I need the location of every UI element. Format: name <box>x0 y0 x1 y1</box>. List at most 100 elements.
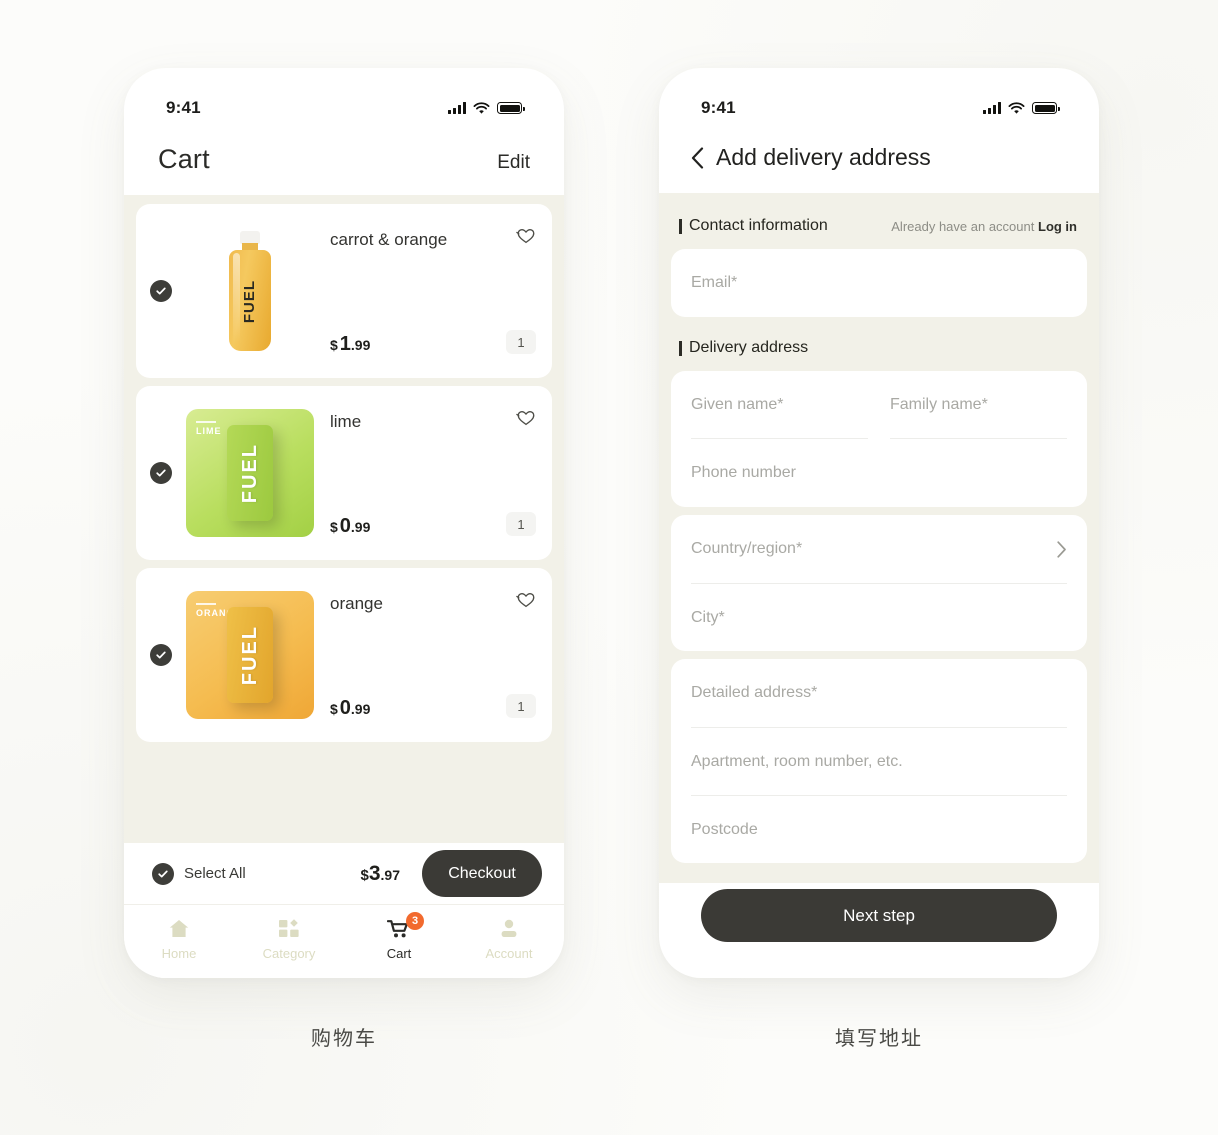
status-bar: 9:41 <box>124 68 564 130</box>
name-phone-card: Given name* Family name* Phone number <box>671 371 1087 507</box>
total-whole: 3 <box>368 861 381 885</box>
select-all-label: Select All <box>184 865 246 882</box>
checkout-button[interactable]: Checkout <box>422 850 542 897</box>
caption-address: 填写地址 <box>835 1028 923 1050</box>
fuel-can-image: FUEL <box>227 607 273 703</box>
item-checkbox[interactable] <box>150 644 172 666</box>
postcode-placeholder: Postcode <box>691 820 758 838</box>
item-checkbox[interactable] <box>150 280 172 302</box>
item-checkbox[interactable] <box>150 462 172 484</box>
item-details: lime $0.99 <box>314 386 484 560</box>
home-icon <box>168 917 190 939</box>
signal-bars-icon <box>448 102 466 114</box>
given-name-placeholder: Given name* <box>691 395 784 413</box>
region-card: Country/region* City* <box>671 515 1087 651</box>
item-quantity[interactable]: 1 <box>506 330 536 354</box>
family-name-field[interactable]: Family name* <box>890 371 1067 439</box>
cart-item-list[interactable]: carrot & orange $1.99 1 <box>124 195 564 843</box>
price-whole: 1 <box>339 333 351 355</box>
status-time: 9:41 <box>166 98 201 117</box>
given-name-field[interactable]: Given name* <box>691 371 868 439</box>
price-cents: .99 <box>350 519 371 535</box>
item-thumbnail[interactable]: LIME FUEL <box>186 409 314 537</box>
edit-button[interactable]: Edit <box>497 152 530 174</box>
item-price: $1.99 <box>330 333 484 356</box>
contact-section-header: Contact information Already have an acco… <box>671 203 1087 249</box>
heart-outline-icon[interactable] <box>516 226 536 244</box>
chevron-right-icon[interactable] <box>1057 540 1067 558</box>
heart-outline-icon[interactable] <box>516 408 536 426</box>
tab-label: Category <box>262 946 316 961</box>
price-cents: .99 <box>350 701 371 717</box>
item-name: carrot & orange <box>330 230 448 249</box>
item-thumbnail[interactable]: ORANGE FUEL <box>186 591 314 719</box>
tab-category[interactable]: Category <box>234 917 344 961</box>
address-form[interactable]: Contact information Already have an acco… <box>659 193 1099 883</box>
item-quantity[interactable]: 1 <box>506 694 536 718</box>
canvas: 9:41 Cart Edit FUEL carrot & orange $ 1.… <box>0 0 1218 1135</box>
next-step-button[interactable]: Next step <box>701 889 1057 942</box>
family-name-placeholder: Family name* <box>890 395 988 413</box>
thumbnail-flavor-label: LIME <box>196 421 222 436</box>
grid-icon <box>278 917 300 939</box>
tab-account[interactable]: Account <box>454 917 564 961</box>
section-marker <box>679 340 682 356</box>
heart-outline-icon[interactable] <box>516 590 536 608</box>
item-price: $0.99 <box>330 515 484 538</box>
item-price: $0.99 <box>330 697 484 720</box>
tab-label: Home <box>161 946 197 961</box>
tab-cart[interactable]: 3 Cart <box>344 912 454 961</box>
item-thumbnail[interactable] <box>186 227 314 355</box>
detailed-address-field[interactable]: Detailed address* <box>691 659 1067 727</box>
item-actions: 1 <box>484 568 536 742</box>
tab-label: Account <box>485 946 533 961</box>
check-icon <box>156 469 166 477</box>
postcode-field[interactable]: Postcode <box>691 795 1067 863</box>
next-step-bar: Next step <box>659 889 1099 942</box>
delivery-section-header: Delivery address <box>671 325 1087 371</box>
section-title: Contact information <box>679 217 828 235</box>
item-name: lime <box>330 412 362 431</box>
section-title: Delivery address <box>679 339 808 357</box>
tab-label: Cart <box>386 946 412 961</box>
email-field[interactable]: Email* <box>691 249 1067 317</box>
select-all-checkbox[interactable] <box>152 862 174 885</box>
price-cents: .99 <box>350 337 371 353</box>
status-icons <box>448 101 525 115</box>
login-link[interactable]: Log in <box>1038 219 1077 234</box>
login-prompt: Already have an account Log in <box>891 219 1077 234</box>
currency-symbol: $ <box>330 519 338 535</box>
item-quantity[interactable]: 1 <box>506 512 536 536</box>
name-row: Given name* Family name* <box>691 371 1067 439</box>
wifi-icon <box>1008 101 1025 114</box>
person-icon <box>498 917 520 939</box>
cart-item[interactable]: ORANGE FUEL orange $0.99 1 <box>136 568 552 742</box>
check-icon <box>156 287 166 295</box>
cart-badge: 3 <box>406 912 424 930</box>
login-prompt-text: Already have an account <box>891 218 1035 234</box>
apartment-field[interactable]: Apartment, room number, etc. <box>691 727 1067 795</box>
chevron-left-icon[interactable] <box>691 146 704 169</box>
battery-full-icon <box>1032 102 1060 114</box>
currency-symbol: $ <box>330 701 338 717</box>
phone-cart: 9:41 Cart Edit FUEL carrot & orange $ 1.… <box>124 68 564 978</box>
cart-item[interactable]: carrot & orange $1.99 1 <box>136 204 552 378</box>
phone-number-field[interactable]: Phone number <box>691 439 1067 507</box>
detailed-address-placeholder: Detailed address* <box>691 684 818 701</box>
city-field[interactable]: City* <box>691 583 1067 651</box>
total-cents: .97 <box>380 866 400 883</box>
page-title: Add delivery address <box>716 144 931 170</box>
country-region-placeholder: Country/region* <box>691 540 803 557</box>
price-whole: 0 <box>339 697 351 719</box>
wifi-icon <box>473 101 490 114</box>
cart-item[interactable]: LIME FUEL lime $0.99 1 <box>136 386 552 560</box>
tab-home[interactable]: Home <box>124 917 234 961</box>
caption-cart: 购物车 <box>311 1028 377 1050</box>
select-all-control[interactable]: Select All <box>152 862 351 885</box>
item-name: orange <box>330 594 383 613</box>
currency-symbol: $ <box>330 337 338 353</box>
cart-footer: Select All $3.97 Checkout <box>124 843 564 905</box>
country-region-field[interactable]: Country/region* <box>691 515 1067 583</box>
item-details: carrot & orange $1.99 <box>314 204 484 378</box>
phone-address: 9:41 Add delivery address Contact inform… <box>659 68 1099 978</box>
